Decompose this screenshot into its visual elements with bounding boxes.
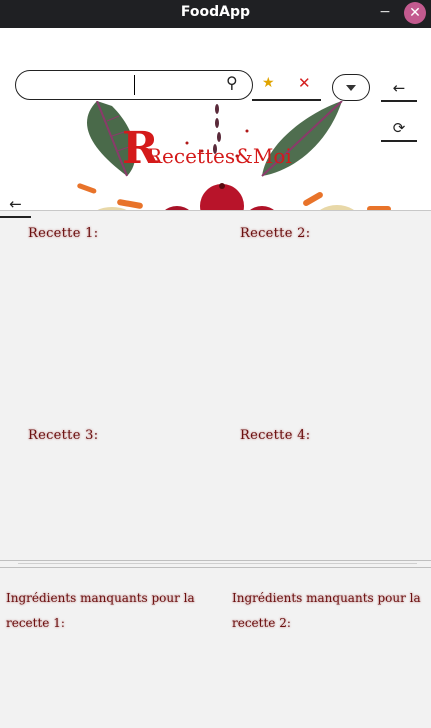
minimize-icon[interactable]: −: [378, 3, 392, 21]
left-back-button[interactable]: ←: [0, 192, 31, 218]
window-titlebar: FoodApp − ✕: [0, 0, 431, 28]
refresh-button[interactable]: ⟳: [381, 116, 417, 142]
banner-illustration: R Recettes&Moi: [77, 101, 391, 211]
category-dropdown[interactable]: [332, 74, 370, 101]
window-title: FoodApp: [180, 4, 251, 20]
divider: [0, 560, 431, 561]
missing-ingredients-1-label: Ingrédients manquants pour la recette 1:: [6, 591, 195, 630]
recipe-1-label: Recette 1:: [28, 226, 99, 241]
chevron-down-icon: [346, 85, 356, 91]
text-caret: [134, 75, 135, 95]
recipe-3-label: Recette 3:: [28, 428, 99, 443]
header-area: R Recettes&Moi ⚲ ★ ✕ ← ⟳ ←: [0, 28, 431, 218]
logo: R Recettes&Moi: [122, 123, 292, 174]
search-input[interactable]: ⚲: [15, 70, 253, 100]
back-button[interactable]: ←: [381, 76, 417, 102]
close-window-button[interactable]: ✕: [404, 2, 426, 24]
clear-icon[interactable]: ✕: [298, 74, 311, 92]
divider: [0, 567, 431, 568]
missing-ingredients-2-label: Ingrédients manquants pour la recette 2:: [232, 591, 421, 630]
banner-image: R Recettes&Moi: [67, 101, 417, 211]
recipe-4-label: Recette 4:: [240, 428, 311, 443]
divider: [18, 563, 417, 564]
divider: [0, 210, 431, 211]
pomegranates-icon: [163, 183, 276, 211]
star-icon[interactable]: ★: [262, 75, 275, 91]
filter-toggle-area: ★ ✕: [252, 72, 321, 101]
recipe-2-label: Recette 2:: [240, 226, 311, 241]
search-icon[interactable]: ⚲: [226, 73, 238, 92]
svg-text:Recettes&Moi: Recettes&Moi: [147, 144, 292, 168]
